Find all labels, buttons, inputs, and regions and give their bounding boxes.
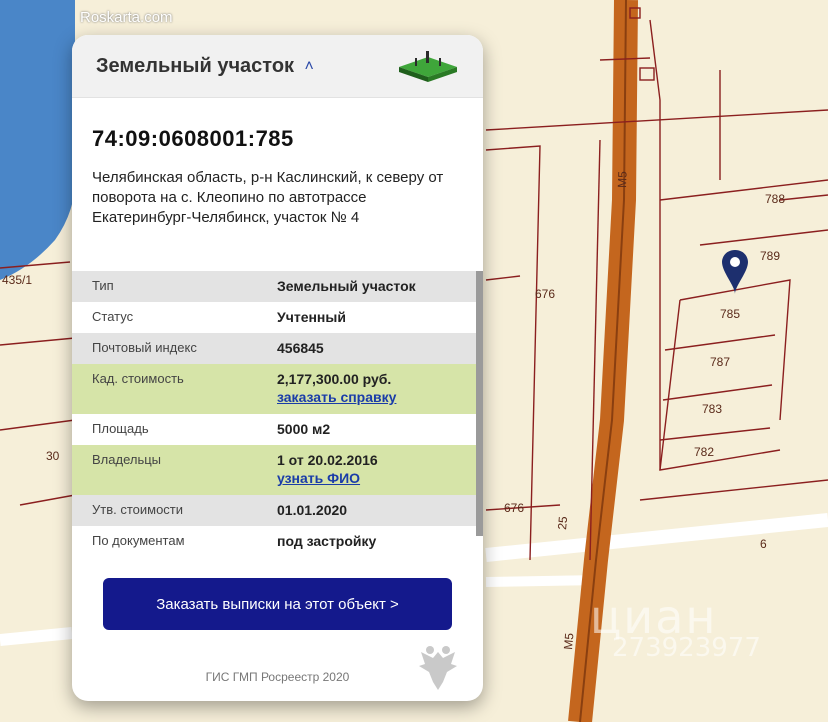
land-plot-icon: [399, 51, 457, 82]
table-row: Почтовый индекс 456845: [72, 333, 476, 364]
table-row: Владельцы 1 от 20.02.2016 узнать ФИО: [72, 445, 476, 495]
site-name: Roskarta.com: [80, 9, 173, 26]
double-headed-eagle-icon: [419, 646, 457, 690]
parcel-label: 783: [702, 402, 722, 416]
parcel-label: 787: [710, 355, 730, 369]
table-row: Статус Учтенный: [72, 302, 476, 333]
parcel-label: 788: [765, 192, 785, 206]
row-value: под застройку: [277, 526, 476, 557]
card-title: Земельный участок: [96, 54, 295, 77]
parcel-label: 435/1: [2, 273, 32, 287]
road-label: M5: [615, 171, 630, 188]
table-row: Площадь 5000 м2: [72, 414, 476, 445]
row-value: 456845: [277, 333, 476, 364]
parcel-label: 785: [720, 307, 740, 321]
card-header[interactable]: Земельный участок ˄: [72, 35, 483, 98]
watermark-id: 273923977: [612, 633, 761, 663]
road-label: M5: [561, 632, 576, 650]
card-title-group: Земельный участок ˄: [96, 55, 314, 78]
row-label: Почтовый индекс: [72, 333, 277, 364]
table-row: По документам под застройку: [72, 526, 476, 557]
parcel-label: 30: [46, 449, 60, 463]
parcel-address: Челябинская область, р-н Каслинский, к с…: [92, 169, 444, 226]
parcel-label: 676: [504, 501, 524, 515]
order-certificate-link[interactable]: заказать справку: [277, 389, 476, 405]
order-extracts-button[interactable]: Заказать выписки на этот объект >: [103, 578, 452, 630]
parcel-info-card: Земельный участок ˄ 74:09:0608001:785 Че…: [72, 35, 483, 701]
local-road: [0, 627, 73, 646]
parcel-label: 782: [694, 445, 714, 459]
row-value: Учтенный: [277, 302, 476, 333]
row-value: 2,177,300.00 руб.: [277, 371, 392, 387]
chevron-up-icon[interactable]: ˄: [305, 58, 314, 76]
find-owner-link[interactable]: узнать ФИО: [277, 470, 476, 486]
row-label: Кад. стоимость: [72, 364, 277, 414]
row-label: Площадь: [72, 414, 277, 445]
table-row: Кад. стоимость 2,177,300.00 руб. заказат…: [72, 364, 476, 414]
row-value-cell: 1 от 20.02.2016 узнать ФИО: [277, 445, 476, 495]
table-row: Утв. стоимости 01.01.2020: [72, 495, 476, 526]
footer-source: ГИС ГМП Росреестр 2020: [205, 670, 350, 684]
parcel-label: 676: [535, 287, 555, 301]
row-label: Тип: [72, 271, 277, 302]
row-value: Земельный участок: [277, 271, 476, 302]
row-label: Владельцы: [72, 445, 277, 495]
parcel-label: 789: [760, 249, 780, 263]
table-row: Тип Земельный участок: [72, 271, 476, 302]
row-label: Утв. стоимости: [72, 495, 277, 526]
row-value-cell: 2,177,300.00 руб. заказать справку: [277, 364, 476, 414]
row-value: 01.01.2020: [277, 495, 476, 526]
scrollbar[interactable]: [476, 271, 483, 536]
road-label: 25: [555, 515, 570, 530]
parcel-attributes-table: Тип Земельный участок Статус Учтенный По…: [72, 271, 476, 557]
row-value: 5000 м2: [277, 414, 476, 445]
row-label: Статус: [72, 302, 277, 333]
road-label: 6: [760, 537, 767, 551]
row-value: 1 от 20.02.2016: [277, 452, 378, 468]
cadastral-number: 74:09:0608001:785: [92, 126, 294, 151]
row-label: По документам: [72, 526, 277, 557]
